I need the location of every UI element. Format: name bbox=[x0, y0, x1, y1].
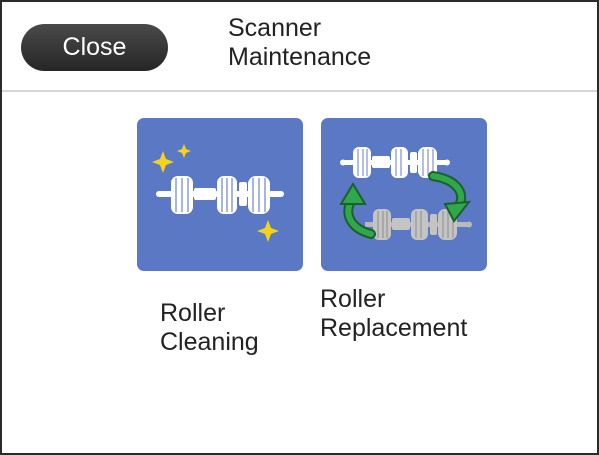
roller-replacement-label[interactable]: Roller Replacement bbox=[320, 285, 467, 343]
page-title-line1: Scanner bbox=[228, 14, 322, 42]
roller-cleaning-label-line2: Cleaning bbox=[160, 328, 259, 356]
roller-cleaning-button[interactable] bbox=[137, 118, 303, 271]
roller-replacement-button[interactable] bbox=[321, 118, 487, 271]
roller-replacement-icon bbox=[339, 147, 472, 240]
roller-replacement-label-line2: Replacement bbox=[320, 314, 468, 342]
roller-cleaning-icon bbox=[152, 144, 284, 242]
roller-cleaning-label[interactable]: Roller Cleaning bbox=[160, 299, 259, 357]
header-bar: Close Scanner Maintenance bbox=[2, 2, 597, 92]
page-title-line2: Maintenance bbox=[228, 43, 372, 71]
roller-cleaning-label-line1: Roller bbox=[160, 299, 226, 327]
close-button[interactable]: Close bbox=[21, 24, 168, 71]
roller-replacement-label-line1: Roller bbox=[320, 285, 386, 313]
scanner-maintenance-screen: Close Scanner Maintenance Roller Cleanin… bbox=[0, 0, 599, 455]
page-title: Scanner Maintenance bbox=[228, 14, 371, 72]
